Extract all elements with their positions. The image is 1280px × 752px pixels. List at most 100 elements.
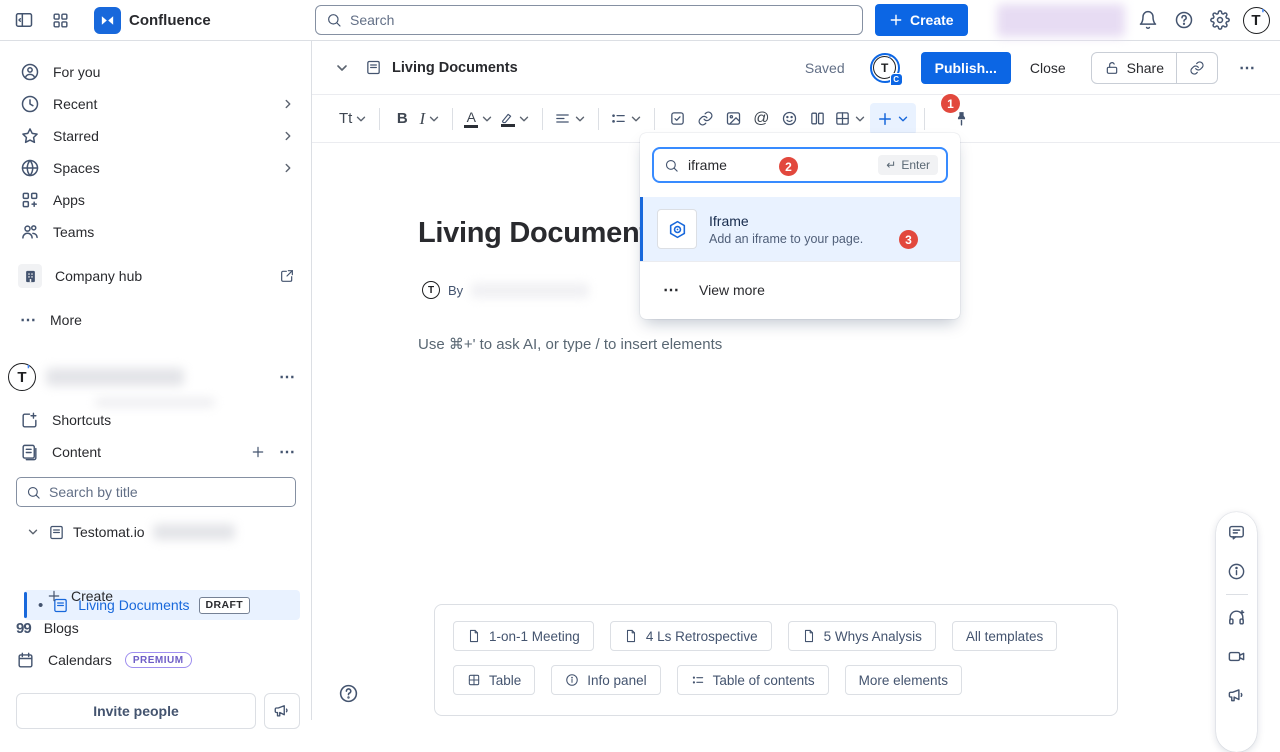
- sidebar-item-content[interactable]: Content ⋯: [0, 436, 312, 468]
- collapse-sidebar-button[interactable]: [8, 4, 40, 36]
- divider: [924, 108, 925, 130]
- bold-button[interactable]: B: [388, 103, 416, 135]
- document-title[interactable]: Living Documents: [418, 217, 665, 250]
- sidebar-item-shortcuts[interactable]: Shortcuts: [0, 404, 312, 436]
- breadcrumb-page-title[interactable]: Living Documents: [392, 60, 518, 76]
- create-page-label: Create: [71, 588, 113, 604]
- title-search-input[interactable]: Search by title: [16, 477, 296, 507]
- lists-button[interactable]: [607, 103, 646, 135]
- emoji-button[interactable]: [775, 103, 803, 135]
- help-icon: [338, 683, 359, 704]
- insert-link-button[interactable]: [691, 103, 719, 135]
- ellipsis-icon: ⋯: [20, 310, 37, 330]
- view-more-item[interactable]: ⋯ View more: [640, 261, 960, 317]
- tree-create-button[interactable]: Create: [0, 580, 312, 612]
- help-icon: [1174, 10, 1194, 30]
- add-support-button[interactable]: [1227, 608, 1246, 627]
- help-button[interactable]: [1168, 4, 1200, 36]
- template-5-whys-analysis[interactable]: 5 Whys Analysis: [788, 621, 936, 651]
- invite-people-button[interactable]: Invite people: [16, 693, 256, 729]
- pin-icon: [953, 110, 970, 127]
- mention-button[interactable]: @: [747, 103, 775, 135]
- table-button[interactable]: [831, 103, 870, 135]
- result-item-iframe[interactable]: Iframe Add an iframe to your page.: [640, 197, 960, 261]
- create-button[interactable]: Create: [875, 4, 968, 36]
- bell-icon: [1138, 10, 1158, 30]
- chevron-down-icon[interactable]: [334, 60, 350, 76]
- settings-button[interactable]: [1204, 4, 1236, 36]
- more-actions-icon[interactable]: ⋯: [1231, 58, 1264, 78]
- element-search-input[interactable]: iframe ↵ Enter: [652, 147, 948, 183]
- premium-badge: PREMIUM: [125, 652, 192, 668]
- text-style-button[interactable]: Tt: [336, 103, 371, 135]
- sidebar-item-for-you[interactable]: For you: [0, 56, 311, 88]
- more-elements-button[interactable]: More elements: [845, 665, 962, 695]
- building-icon: [18, 264, 42, 288]
- template-1on1-meeting[interactable]: 1-on-1 Meeting: [453, 621, 594, 651]
- chevron-down-icon[interactable]: [26, 525, 40, 539]
- feedback-button[interactable]: [1227, 686, 1246, 705]
- shortcuts-icon: [20, 411, 39, 430]
- insert-elements-button[interactable]: [870, 103, 916, 135]
- insert-toc-button[interactable]: Table of contents: [677, 665, 829, 695]
- sidebar-item-starred[interactable]: Starred: [0, 120, 311, 152]
- highlight-color-button[interactable]: [497, 103, 534, 135]
- alignment-button[interactable]: [551, 103, 590, 135]
- tree-item-space[interactable]: Testomat.io: [0, 517, 312, 547]
- app-switcher-button[interactable]: [44, 4, 76, 36]
- save-status: Saved: [805, 60, 845, 76]
- info-icon: [1227, 562, 1246, 581]
- gear-icon: [1210, 10, 1230, 30]
- editor-help-button[interactable]: [338, 683, 359, 704]
- layouts-button[interactable]: [803, 103, 831, 135]
- app-grid-icon: [51, 11, 70, 30]
- divider: [379, 108, 380, 130]
- workspace-row[interactable]: T' ⋯: [0, 361, 312, 393]
- editor-placeholder[interactable]: Use ⌘+' to ask AI, or type / to insert e…: [418, 335, 722, 353]
- notifications-button[interactable]: [1132, 4, 1164, 36]
- redacted-author-name: [471, 283, 589, 298]
- sidebar-item-teams[interactable]: Teams: [0, 216, 311, 248]
- publish-button[interactable]: Publish...: [921, 52, 1011, 84]
- chevron-down-icon: [427, 112, 441, 126]
- sidebar-item-spaces[interactable]: Spaces: [0, 152, 311, 184]
- insert-info-panel-button[interactable]: Info panel: [551, 665, 660, 695]
- text-color-button[interactable]: A: [461, 103, 497, 135]
- workspace-menu-icon[interactable]: ⋯: [279, 367, 296, 387]
- table-icon: [467, 673, 481, 687]
- share-button[interactable]: Share: [1092, 53, 1176, 83]
- redacted-workspace-name: [46, 368, 184, 386]
- content-menu-icon[interactable]: ⋯: [279, 442, 296, 462]
- task-list-button[interactable]: [663, 103, 691, 135]
- template-4ls-retrospective[interactable]: 4 Ls Retrospective: [610, 621, 772, 651]
- link-icon: [1189, 60, 1205, 76]
- sidebar-item-apps[interactable]: Apps: [0, 184, 311, 216]
- sidebar-item-label: Calendars: [48, 652, 112, 668]
- sidebar-item-more[interactable]: ⋯ More: [0, 304, 311, 336]
- unlock-icon: [1104, 60, 1120, 76]
- confluence-brand[interactable]: Confluence: [94, 7, 211, 34]
- profile-avatar[interactable]: T': [1240, 4, 1272, 36]
- sidebar-item-blogs[interactable]: 99 Blogs: [0, 612, 312, 644]
- insert-table-button[interactable]: Table: [453, 665, 535, 695]
- video-camera-icon: [1227, 647, 1246, 666]
- comments-button[interactable]: [1227, 523, 1246, 542]
- collaborator-avatar[interactable]: T' C: [870, 53, 900, 83]
- copy-link-button[interactable]: [1177, 53, 1217, 83]
- add-content-icon[interactable]: [250, 444, 266, 460]
- record-video-button[interactable]: [1227, 647, 1246, 666]
- feedback-button[interactable]: [264, 693, 300, 729]
- editor-main: Living Documents Saved T' C Publish... C…: [312, 41, 1280, 720]
- sidebar-item-recent[interactable]: Recent: [0, 88, 311, 120]
- close-button[interactable]: Close: [1018, 60, 1078, 76]
- sidebar-item-calendars[interactable]: Calendars PREMIUM: [0, 644, 312, 676]
- chevron-down-icon: [354, 112, 368, 126]
- insert-image-button[interactable]: [719, 103, 747, 135]
- globe-icon: [20, 158, 40, 178]
- global-search-input[interactable]: Search: [315, 5, 863, 35]
- search-icon: [664, 158, 679, 173]
- details-button[interactable]: [1227, 562, 1246, 581]
- all-templates-button[interactable]: All templates: [952, 621, 1057, 651]
- italic-button[interactable]: I: [416, 103, 444, 135]
- sidebar-item-company-hub[interactable]: Company hub: [0, 260, 311, 292]
